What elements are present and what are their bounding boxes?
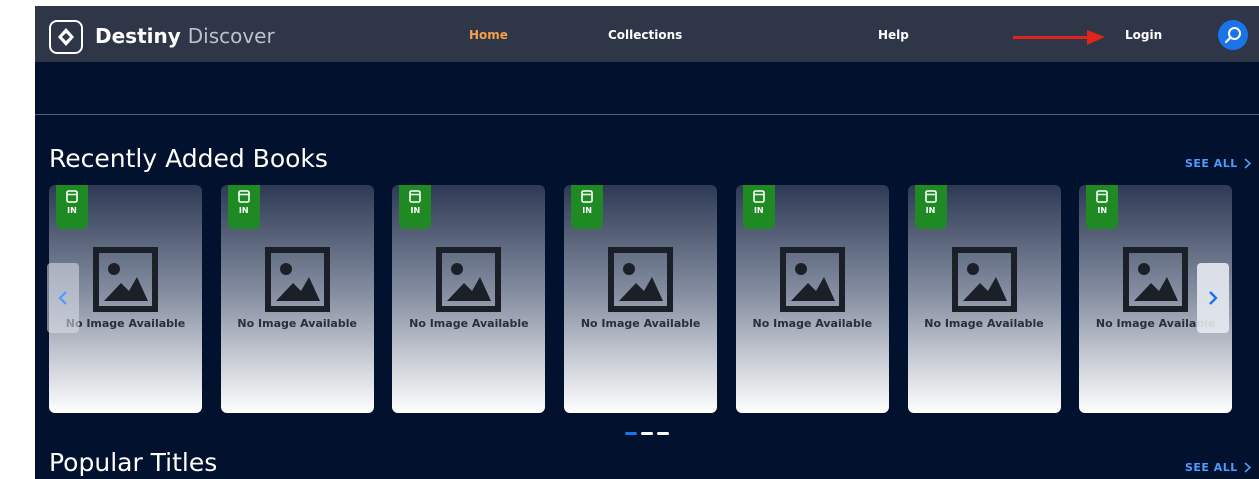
no-image-label: No Image Available: [924, 317, 1044, 330]
nav-help[interactable]: Help: [878, 28, 909, 42]
search-button[interactable]: [1218, 20, 1248, 50]
image-placeholder-icon: [436, 247, 502, 312]
image-placeholder-icon: [951, 247, 1017, 312]
nav-collections[interactable]: Collections: [608, 28, 682, 42]
availability-badge: IN: [56, 185, 88, 229]
chevron-right-icon: [1244, 462, 1251, 473]
chevron-right-icon: [1244, 158, 1251, 169]
carousel-prev-button[interactable]: [47, 263, 79, 333]
brand-name-primary: Destiny: [95, 24, 181, 48]
image-placeholder-icon: [608, 247, 674, 312]
nav-home[interactable]: Home: [469, 28, 508, 42]
book-card[interactable]: IN No Image Available: [907, 185, 1061, 413]
recent-books-title: Recently Added Books: [49, 144, 328, 173]
book-card[interactable]: IN No Image Available: [735, 185, 889, 413]
availability-status: IN: [1097, 206, 1108, 215]
availability-badge: IN: [914, 185, 947, 229]
availability-status: IN: [925, 206, 936, 215]
book-icon: [581, 190, 593, 203]
brand-title[interactable]: Destiny Discover: [95, 24, 275, 48]
image-placeholder-icon: [779, 247, 845, 312]
book-icon: [237, 190, 250, 203]
see-all-label: SEE ALL: [1185, 461, 1238, 474]
no-image-label: No Image Available: [409, 317, 529, 330]
book-icon: [752, 190, 765, 203]
book-icon: [1096, 190, 1108, 203]
no-image-label: No Image Available: [237, 317, 357, 330]
book-icon: [409, 190, 422, 203]
availability-badge: IN: [227, 185, 260, 229]
book-icon: [924, 190, 937, 203]
carousel-page-dot[interactable]: [641, 432, 653, 435]
image-placeholder-icon: [264, 247, 330, 312]
chevron-right-icon: [1209, 291, 1218, 305]
availability-badge: IN: [1086, 185, 1119, 229]
availability-status: IN: [582, 206, 592, 215]
recent-see-all-link[interactable]: SEE ALL: [1185, 157, 1251, 170]
see-all-label: SEE ALL: [1185, 157, 1238, 170]
top-navbar: Destiny Discover Home Collections Help L…: [35, 6, 1259, 62]
image-placeholder-icon: [93, 247, 158, 312]
book-card[interactable]: IN No Image Available: [392, 185, 546, 413]
popular-see-all-link[interactable]: SEE ALL: [1185, 461, 1251, 474]
carousel-next-button[interactable]: [1197, 263, 1229, 333]
image-placeholder-icon: [1123, 247, 1189, 312]
no-image-label: No Image Available: [580, 317, 701, 330]
section-divider: [35, 114, 1259, 115]
search-icon: [1224, 27, 1241, 44]
availability-status: IN: [753, 206, 764, 215]
carousel-page-dot[interactable]: [625, 432, 637, 435]
book-card[interactable]: IN No Image Available: [564, 185, 718, 413]
availability-badge: IN: [399, 185, 432, 229]
brand-name-secondary: Discover: [187, 24, 275, 48]
destiny-logo-icon[interactable]: [49, 20, 83, 54]
popular-titles-title: Popular Titles: [49, 448, 218, 477]
annotation-arrow-head: [1087, 30, 1105, 45]
annotation-arrow-line: [1013, 36, 1089, 39]
book-card[interactable]: IN No Image Available: [220, 185, 374, 413]
availability-badge: IN: [742, 185, 775, 229]
app-frame: Destiny Discover Home Collections Help L…: [35, 6, 1259, 479]
carousel-pagination: [625, 432, 669, 435]
chevron-left-icon: [58, 291, 67, 305]
carousel-page-dot[interactable]: [657, 432, 669, 435]
availability-status: IN: [238, 206, 249, 215]
availability-status: IN: [67, 206, 77, 215]
nav-login[interactable]: Login: [1125, 28, 1162, 42]
no-image-label: No Image Available: [752, 317, 873, 330]
availability-badge: IN: [571, 185, 604, 229]
availability-status: IN: [410, 206, 421, 215]
book-icon: [66, 190, 78, 203]
